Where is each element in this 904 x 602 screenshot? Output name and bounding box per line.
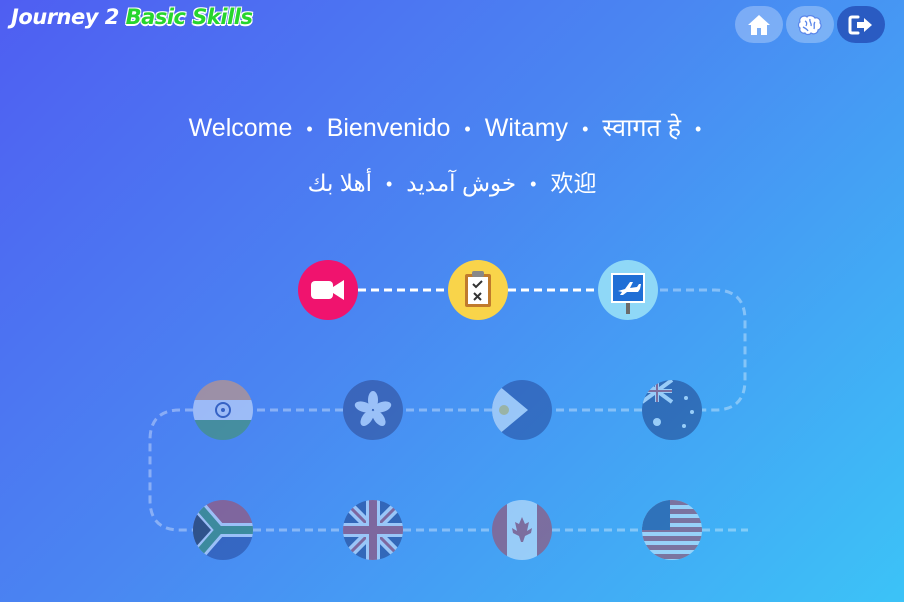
level-video[interactable] bbox=[298, 260, 358, 320]
level-australia[interactable] bbox=[642, 380, 702, 440]
level-united-states[interactable] bbox=[642, 500, 702, 560]
level-hong-kong[interactable] bbox=[343, 380, 403, 440]
philippines-flag-icon bbox=[492, 380, 552, 440]
canada-flag-icon bbox=[492, 500, 552, 560]
level-united-kingdom[interactable] bbox=[343, 500, 403, 560]
uk-flag-icon bbox=[343, 500, 403, 560]
level-india[interactable] bbox=[193, 380, 253, 440]
airplane-sign-icon bbox=[611, 273, 645, 314]
video-camera-icon bbox=[311, 280, 344, 300]
level-airport[interactable] bbox=[598, 260, 658, 320]
south-africa-flag-icon bbox=[193, 500, 253, 560]
level-canada[interactable] bbox=[492, 500, 552, 560]
clipboard-checklist-icon bbox=[465, 271, 491, 307]
level-checklist[interactable] bbox=[448, 260, 508, 320]
level-philippines[interactable] bbox=[492, 380, 552, 440]
india-flag-icon bbox=[193, 380, 253, 440]
us-flag-icon bbox=[642, 500, 702, 560]
level-south-africa[interactable] bbox=[193, 500, 253, 560]
australia-flag-icon bbox=[642, 380, 702, 440]
hong-kong-flag-icon bbox=[343, 380, 403, 440]
